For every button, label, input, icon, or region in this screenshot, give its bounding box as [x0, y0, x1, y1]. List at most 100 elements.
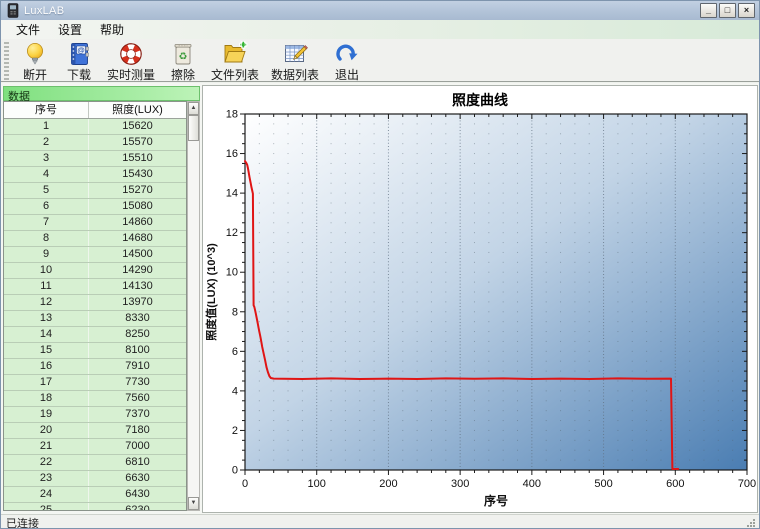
table-row[interactable]: 14 8250 [4, 327, 186, 343]
cell-index[interactable]: 9 [4, 247, 89, 262]
scroll-up-arrow-icon[interactable]: ▲ [188, 102, 199, 115]
maximize-button[interactable]: □ [719, 3, 736, 18]
cell-index[interactable]: 25 [4, 503, 89, 510]
cell-index[interactable]: 18 [4, 391, 89, 406]
file-list-button[interactable]: 文件列表 [205, 40, 265, 84]
cell-lux[interactable]: 7000 [89, 439, 186, 454]
cell-lux[interactable]: 15080 [89, 199, 186, 214]
table-row[interactable]: 4 15430 [4, 167, 186, 183]
cell-lux[interactable]: 15570 [89, 135, 186, 150]
cell-lux[interactable]: 14500 [89, 247, 186, 262]
cell-index[interactable]: 19 [4, 407, 89, 422]
table-row[interactable]: 22 6810 [4, 455, 186, 471]
cell-index[interactable]: 21 [4, 439, 89, 454]
cell-lux[interactable]: 14860 [89, 215, 186, 230]
cell-lux[interactable]: 6430 [89, 487, 186, 502]
cell-lux[interactable]: 14680 [89, 231, 186, 246]
column-header-index[interactable]: 序号 [4, 102, 89, 118]
table-row[interactable]: 25 6230 [4, 503, 186, 510]
cell-index[interactable]: 23 [4, 471, 89, 486]
toolbar-grip-handle[interactable] [4, 42, 9, 80]
cell-index[interactable]: 4 [4, 167, 89, 182]
cell-index[interactable]: 12 [4, 295, 89, 310]
table-row[interactable]: 15 8100 [4, 343, 186, 359]
erase-button[interactable]: ♻ 擦除 [161, 40, 205, 84]
cell-index[interactable]: 3 [4, 151, 89, 166]
table-row[interactable]: 17 7730 [4, 375, 186, 391]
cell-lux[interactable]: 15270 [89, 183, 186, 198]
cell-index[interactable]: 7 [4, 215, 89, 230]
cell-index[interactable]: 22 [4, 455, 89, 470]
table-row[interactable]: 6 15080 [4, 199, 186, 215]
cell-lux[interactable]: 15430 [89, 167, 186, 182]
cell-index[interactable]: 16 [4, 359, 89, 374]
cell-lux[interactable]: 13970 [89, 295, 186, 310]
cell-index[interactable]: 6 [4, 199, 89, 214]
table-row[interactable]: 9 14500 [4, 247, 186, 263]
cell-index[interactable]: 14 [4, 327, 89, 342]
cell-index[interactable]: 8 [4, 231, 89, 246]
menu-settings[interactable]: 设置 [49, 19, 91, 40]
table-row[interactable]: 3 15510 [4, 151, 186, 167]
chart-panel: 照度曲线 0 100 200 300 400 500 600 700 0 2 4 6 8 10 12 14 16… [202, 85, 758, 513]
table-row[interactable]: 7 14860 [4, 215, 186, 231]
cell-lux[interactable]: 7370 [89, 407, 186, 422]
cell-index[interactable]: 10 [4, 263, 89, 278]
cell-lux[interactable]: 6630 [89, 471, 186, 486]
cell-index[interactable]: 15 [4, 343, 89, 358]
disconnect-button[interactable]: 断开 [13, 40, 57, 84]
cell-index[interactable]: 1 [4, 119, 89, 134]
scroll-down-arrow-icon[interactable]: ▼ [188, 497, 199, 510]
cell-lux[interactable]: 15510 [89, 151, 186, 166]
cell-lux[interactable]: 8250 [89, 327, 186, 342]
column-header-lux[interactable]: 照度(LUX) [89, 102, 186, 118]
table-row[interactable]: 24 6430 [4, 487, 186, 503]
cell-index[interactable]: 24 [4, 487, 89, 502]
table-row[interactable]: 23 6630 [4, 471, 186, 487]
table-row[interactable]: 10 14290 [4, 263, 186, 279]
status-bar: 已连接 [1, 514, 759, 529]
cell-lux[interactable]: 14290 [89, 263, 186, 278]
table-row[interactable]: 21 7000 [4, 439, 186, 455]
cell-index[interactable]: 5 [4, 183, 89, 198]
table-scrollbar[interactable]: ▲ ▼ [187, 101, 200, 511]
resize-grip-handle[interactable] [745, 517, 757, 529]
cell-index[interactable]: 11 [4, 279, 89, 294]
minimize-button[interactable]: _ [700, 3, 717, 18]
cell-lux[interactable]: 7180 [89, 423, 186, 438]
cell-lux[interactable]: 8330 [89, 311, 186, 326]
table-row[interactable]: 20 7180 [4, 423, 186, 439]
cell-index[interactable]: 2 [4, 135, 89, 150]
table-row[interactable]: 16 7910 [4, 359, 186, 375]
cell-lux[interactable]: 8100 [89, 343, 186, 358]
cell-index[interactable]: 20 [4, 423, 89, 438]
close-button[interactable]: × [738, 3, 755, 18]
menu-help[interactable]: 帮助 [91, 19, 133, 40]
table-row[interactable]: 8 14680 [4, 231, 186, 247]
table-row[interactable]: 19 7370 [4, 407, 186, 423]
table-row[interactable]: 2 15570 [4, 135, 186, 151]
cell-index[interactable]: 17 [4, 375, 89, 390]
cell-lux[interactable]: 6230 [89, 503, 186, 510]
table-row[interactable]: 12 13970 [4, 295, 186, 311]
data-list-button[interactable]: 数据列表 [265, 40, 325, 84]
cell-lux[interactable]: 15620 [89, 119, 186, 134]
cell-lux[interactable]: 7730 [89, 375, 186, 390]
download-button[interactable]: @ 下载 [57, 40, 101, 84]
exit-button[interactable]: 退出 [325, 40, 369, 84]
illuminance-chart: 0 100 200 300 400 500 600 700 0 2 4 6 8 10 12 14 16 18 序号 照… [204, 109, 756, 509]
cell-lux[interactable]: 7560 [89, 391, 186, 406]
cell-lux[interactable]: 7910 [89, 359, 186, 374]
realtime-measure-button[interactable]: 实时测量 [101, 40, 161, 84]
title-bar[interactable]: LuxLAB _ □ × [1, 1, 759, 20]
table-row[interactable]: 5 15270 [4, 183, 186, 199]
table-row[interactable]: 11 14130 [4, 279, 186, 295]
cell-index[interactable]: 13 [4, 311, 89, 326]
scrollbar-thumb[interactable] [188, 115, 199, 141]
menu-file[interactable]: 文件 [7, 19, 49, 40]
cell-lux[interactable]: 14130 [89, 279, 186, 294]
table-row[interactable]: 13 8330 [4, 311, 186, 327]
cell-lux[interactable]: 6810 [89, 455, 186, 470]
table-row[interactable]: 1 15620 [4, 119, 186, 135]
table-row[interactable]: 18 7560 [4, 391, 186, 407]
